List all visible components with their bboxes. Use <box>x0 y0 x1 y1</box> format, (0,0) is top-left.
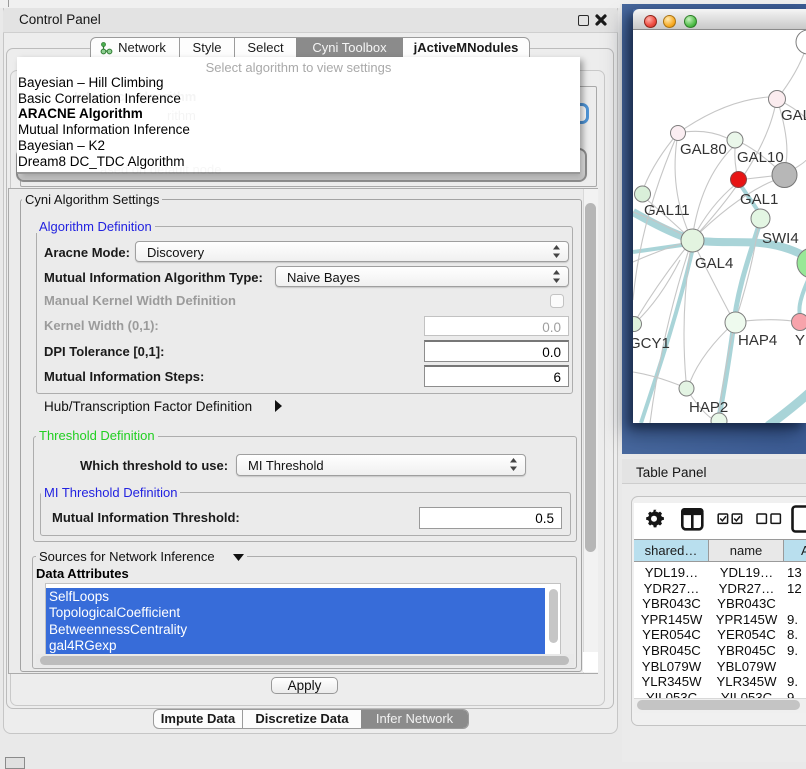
svg-text:GAL80: GAL80 <box>680 141 727 158</box>
svg-text:HAP4: HAP4 <box>738 332 777 349</box>
svg-text:GAL10: GAL10 <box>737 149 784 166</box>
svg-text:GAL11: GAL11 <box>644 202 690 219</box>
svg-text:GAL1: GAL1 <box>740 191 778 208</box>
svg-text:GAL4: GAL4 <box>695 255 733 272</box>
svg-text:HAP2: HAP2 <box>689 399 728 416</box>
svg-text:GCY1: GCY1 <box>633 335 670 352</box>
svg-text:YD: YD <box>795 332 806 349</box>
svg-text:SWI4: SWI4 <box>762 230 799 247</box>
svg-text:GAL2: GAL2 <box>781 107 806 124</box>
